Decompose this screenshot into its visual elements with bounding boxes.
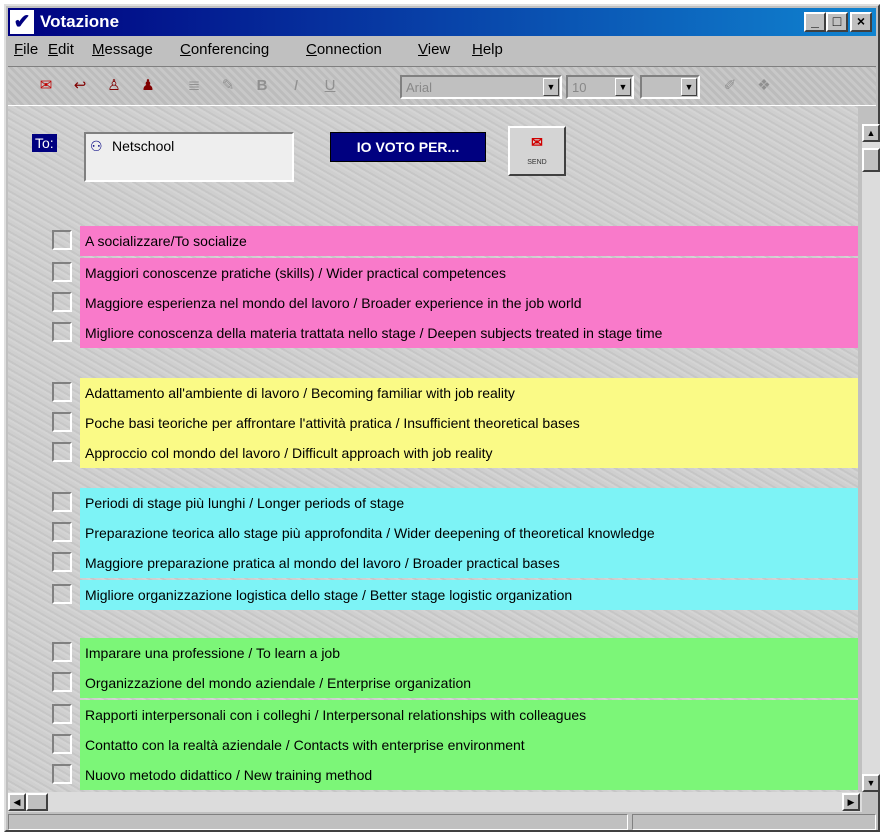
toolbar: ✉ ↩ ♙ ♟ ≣ ✎ B I U Arial ▼ 10 ▼ ▼ ✐ ❖ [8,66,876,106]
scroll-thumb-horizontal[interactable] [26,793,48,811]
underline-icon[interactable]: U [318,75,342,97]
option-checkbox[interactable] [52,704,72,724]
option-label: Preparazione teorica allo stage più appr… [80,518,858,548]
scroll-left-button[interactable]: ◀ [8,793,26,811]
vertical-scrollbar[interactable]: ▲ ▼ [862,124,880,792]
menu-message[interactable]: Message [92,41,153,58]
option-checkbox[interactable] [52,262,72,282]
option-label: Maggiore esperienza nel mondo del lavoro… [80,288,858,318]
window-title: Votazione [40,12,120,31]
style-icon[interactable]: ❖ [752,75,776,97]
group-icon: ⚇ [90,138,103,154]
option-label: Adattamento all'ambiente di lavoro / Bec… [80,378,858,408]
close-button[interactable]: × [850,12,872,32]
option-checkbox[interactable] [52,734,72,754]
message-area: To: ⚇ Netschool IO VOTO PER... ✉ SEND A … [8,106,858,792]
option-checkbox[interactable] [52,522,72,542]
send-icon[interactable]: ✉ [34,75,58,97]
color-select[interactable]: ▼ [640,75,700,99]
font-size-select[interactable]: 10 ▼ [566,75,634,99]
menu-edit[interactable]: Edit [48,41,74,58]
status-bar [8,814,876,830]
font-name-value: Arial [406,80,433,95]
option-label: Organizzazione del mondo aziendale / Ent… [80,668,858,698]
option-label: A socializzare/To socialize [80,226,858,256]
status-pane-secondary [632,814,876,830]
maximize-button[interactable]: □ [826,12,848,32]
italic-icon[interactable]: I [284,75,308,97]
option-checkbox[interactable] [52,412,72,432]
option-checkbox[interactable] [52,292,72,312]
chevron-down-icon[interactable]: ▼ [615,78,631,96]
option-checkbox[interactable] [52,642,72,662]
option-checkbox[interactable] [52,764,72,784]
recipient-field[interactable]: ⚇ Netschool [84,132,294,182]
vote-header: IO VOTO PER... [330,132,486,162]
menu-conferencing[interactable]: Conferencing [180,41,269,58]
option-checkbox[interactable] [52,230,72,250]
option-label: Maggiori conoscenze pratiche (skills) / … [80,258,858,288]
font-size-value: 10 [572,80,587,95]
option-checkbox[interactable] [52,492,72,512]
horizontal-scrollbar[interactable]: ◀ ▶ [8,792,862,812]
check-icon: ✔ [10,10,34,34]
option-label: Maggiore preparazione pratica al mondo d… [80,548,858,578]
scroll-down-button[interactable]: ▼ [862,774,880,792]
scroll-thumb[interactable] [862,148,880,172]
option-label: Migliore conoscenza della materia tratta… [80,318,858,348]
option-label: Periodi di stage più lunghi / Longer per… [80,488,858,518]
send-button[interactable]: ✉ SEND [508,126,566,176]
chevron-down-icon[interactable]: ▼ [543,78,559,96]
chevron-down-icon[interactable]: ▼ [681,78,697,96]
option-label: Nuovo metodo didattico / New training me… [80,760,858,790]
menu-bar: File Edit Message Conferencing Connectio… [8,38,876,62]
option-checkbox[interactable] [52,672,72,692]
scroll-up-button[interactable]: ▲ [862,124,880,142]
option-label: Imparare una professione / To learn a jo… [80,638,858,668]
to-label: To: [32,134,57,152]
status-pane-main [8,814,628,830]
option-checkbox[interactable] [52,584,72,604]
user-icon[interactable]: ♟ [136,75,160,97]
font-name-select[interactable]: Arial ▼ [400,75,562,99]
recipient-name: Netschool [112,138,175,154]
option-checkbox[interactable] [52,322,72,342]
menu-file[interactable]: File [14,41,38,58]
title-bar[interactable]: ✔ Votazione _ □ × [8,8,876,36]
edit-icon[interactable]: ✎ [216,75,240,97]
minimize-button[interactable]: _ [804,12,826,32]
bold-icon[interactable]: B [250,75,274,97]
attach-icon[interactable]: ✐ [718,75,742,97]
option-label: Contatto con la realtà aziendale / Conta… [80,730,858,760]
send-icon: ✉ [531,134,543,150]
reply-icon[interactable]: ↩ [68,75,92,97]
option-checkbox[interactable] [52,552,72,572]
option-label: Migliore organizzazione logistica dello … [80,580,858,610]
menu-view[interactable]: View [418,41,450,58]
option-label: Rapporti interpersonali con i colleghi /… [80,700,858,730]
menu-connection[interactable]: Connection [306,41,382,58]
option-checkbox[interactable] [52,382,72,402]
send-label: SEND [527,159,547,166]
option-label: Approccio col mondo del lavoro / Difficu… [80,438,858,468]
menu-help[interactable]: Help [472,41,503,58]
option-checkbox[interactable] [52,442,72,462]
option-label: Poche basi teoriche per affrontare l'att… [80,408,858,438]
scroll-right-button[interactable]: ▶ [842,793,860,811]
stamp-icon[interactable]: ♙ [102,75,126,97]
list-icon[interactable]: ≣ [182,75,206,97]
votazione-window: ✔ Votazione _ □ × File Edit Message Conf… [4,4,880,832]
